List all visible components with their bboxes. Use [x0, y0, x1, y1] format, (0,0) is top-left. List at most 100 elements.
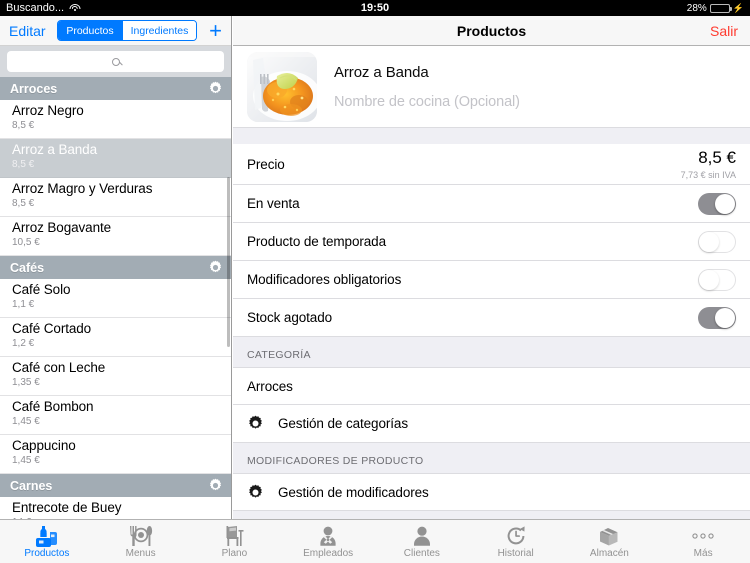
list-section-header[interactable]: Arroces [0, 77, 231, 100]
list-item[interactable]: Arroz Negro 8,5 € [0, 100, 231, 139]
list-item-name: Arroz Bogavante [12, 220, 112, 235]
tab-menus[interactable]: Menus [94, 525, 188, 559]
status-bar: Buscando... 19:50 28% ⚡ [0, 0, 750, 16]
section-title: Arroces [10, 81, 58, 96]
list-item[interactable]: Café Cortado 1,2 € [0, 318, 231, 357]
list-item[interactable]: Cappucino 1,45 € [0, 435, 231, 474]
tab-empleados[interactable]: Empleados [281, 525, 375, 559]
tab-label: Menus [125, 547, 156, 559]
tab-label: Más [693, 547, 713, 559]
segment-ingredientes[interactable]: Ingredientes [121, 21, 197, 40]
app-root: Buscando... 19:50 28% ⚡ Editar Productos… [0, 0, 750, 563]
modifiers-section-header: MODIFICADORES DE PRODUCTO [233, 443, 750, 473]
tab-label: Almacén [589, 547, 629, 559]
customer-person-icon [375, 525, 469, 547]
tab-label: Productos [24, 547, 70, 559]
gear-icon[interactable] [208, 81, 223, 96]
clock-history-icon [469, 525, 563, 547]
list-item[interactable]: Café Solo 1,1 € [0, 279, 231, 318]
list-item-price: 8,5 € [12, 198, 35, 209]
list-item-price: 1,2 € [12, 338, 35, 349]
product-name[interactable]: Arroz a Banda [334, 64, 520, 81]
price-label: Precio [247, 156, 285, 172]
section-title: Cafés [10, 260, 45, 275]
price-without-tax: 7,73 € sin IVA [680, 169, 736, 180]
status-bar-right: 28% ⚡ [687, 3, 744, 14]
master-navigation-bar: Editar Productos Ingredientes + [0, 16, 231, 46]
list-item-name: Arroz Negro [12, 103, 84, 118]
toggle-switch[interactable] [698, 268, 736, 291]
toggle-label: Producto de temporada [247, 234, 386, 249]
list-section-header[interactable]: Carnes [0, 474, 231, 497]
list-item[interactable]: Arroz a Banda 8,5 € [0, 139, 231, 178]
list-scrollbar[interactable] [227, 177, 230, 347]
toggle-row[interactable]: En venta [233, 185, 750, 223]
tab-label: Plano [221, 547, 248, 559]
tab-label: Historial [497, 547, 534, 559]
list-item[interactable]: Arroz Bogavante 10,5 € [0, 217, 231, 256]
gear-icon[interactable] [208, 478, 223, 493]
list-item[interactable]: Café con Leche 1,35 € [0, 357, 231, 396]
list-item-price: 10,5 € [12, 237, 40, 248]
search-icon [111, 57, 120, 66]
list-item-price: 1,45 € [12, 455, 40, 466]
toggle-label: Modificadores obligatorios [247, 272, 402, 287]
product-header: Arroz a Banda Nombre de cocina (Opcional… [233, 46, 750, 128]
detail-navigation-bar: Productos Salir [233, 16, 750, 46]
list-item-price: 1,45 € [12, 416, 40, 427]
tab-label: Clientes [403, 547, 440, 559]
page-title: Productos [456, 22, 527, 39]
list-item-price: 8,5 € [12, 120, 35, 131]
toggle-switch[interactable] [698, 192, 736, 215]
tab-productos[interactable]: Productos [0, 525, 94, 559]
segment-productos[interactable]: Productos [58, 21, 122, 40]
tab-historial[interactable]: Historial [469, 525, 563, 559]
manage-categories-row[interactable]: Gestión de categorías [233, 405, 750, 443]
toggle-label: En venta [247, 196, 300, 211]
list-item[interactable]: Café Bombon 1,45 € [0, 396, 231, 435]
list-item-name: Cappucino [12, 438, 76, 453]
battery-icon [709, 3, 732, 13]
toggle-switch[interactable] [698, 306, 736, 329]
tab-plano[interactable]: Plano [188, 525, 282, 559]
list-section-header[interactable]: Cafés [0, 256, 231, 279]
list-item-name: Café Solo [12, 282, 71, 297]
kitchen-name-input[interactable]: Nombre de cocina (Opcional) [334, 94, 520, 110]
search-bar-container [0, 46, 231, 77]
toggle-row[interactable]: Stock agotado [233, 299, 750, 337]
employee-person-icon [281, 525, 375, 547]
section-gap-1 [233, 128, 750, 144]
toggle-rows: En venta Producto de temporada Modificador… [233, 185, 750, 337]
plus-icon[interactable]: + [209, 19, 222, 42]
product-photo[interactable] [247, 51, 317, 122]
toggle-switch[interactable] [698, 230, 736, 253]
section-title: Carnes [10, 478, 53, 493]
list-item[interactable]: Entrecote de Buey14 € [0, 497, 231, 519]
list-item-name: Café Bombon [12, 399, 94, 414]
manage-modifiers-row[interactable]: Gestión de modificadores [233, 473, 750, 511]
list-item-name: Entrecote de Buey [12, 500, 122, 515]
list-item-name: Arroz Magro y Verduras [12, 181, 153, 196]
gear-icon[interactable] [208, 260, 223, 275]
list-item-name: Arroz a Banda [12, 142, 97, 157]
toggle-row[interactable]: Modificadores obligatorios [233, 261, 750, 299]
tab-clientes[interactable]: Clientes [375, 525, 469, 559]
manage-categories-label: Gestión de categorías [278, 416, 408, 431]
category-value-row[interactable]: Arroces [233, 367, 750, 405]
gear-icon [247, 484, 264, 501]
tab-almacn[interactable]: Almacén [563, 525, 657, 559]
status-bar-clock: 19:50 [360, 2, 390, 14]
list-item[interactable]: Arroz Magro y Verduras 8,5 € [0, 178, 231, 217]
segmented-control[interactable]: Productos Ingredientes [57, 20, 198, 41]
price-row[interactable]: Precio 8,5 € 7,73 € sin IVA [233, 144, 750, 185]
toggle-row[interactable]: Producto de temporada [233, 223, 750, 261]
search-input[interactable] [7, 51, 224, 72]
product-list[interactable]: Arroces Arroz Negro 8,5 € Arroz a Banda 8,5 … [0, 77, 231, 519]
manage-modifiers-label: Gestión de modificadores [278, 484, 429, 500]
edit-button[interactable]: Editar [9, 23, 46, 39]
master-panel: Editar Productos Ingredientes + Arroces A… [0, 16, 232, 519]
paella-dish-photo [247, 51, 317, 122]
tab-bar: Productos Menus Plano Empleados Clientes Hist… [0, 519, 750, 563]
tab-ms[interactable]: Más [656, 525, 750, 559]
exit-button[interactable]: Salir [710, 23, 738, 39]
